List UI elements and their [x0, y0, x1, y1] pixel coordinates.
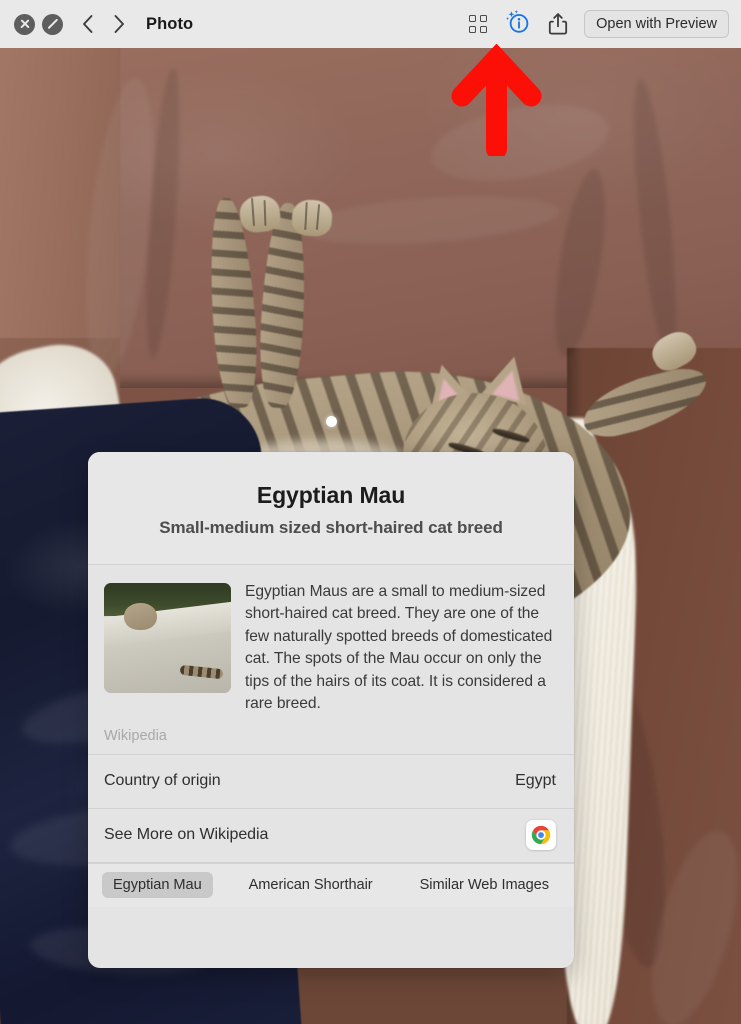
quicklook-window: Photo Open with Preview Egyptian Mau Sma… — [0, 0, 741, 1024]
row-label: See More on Wikipedia — [104, 826, 269, 844]
window-toolbar: Photo Open with Preview — [0, 0, 741, 48]
back-button[interactable] — [72, 9, 102, 39]
info-row-see-more-on-wikipedia[interactable]: See More on Wikipedia — [88, 809, 574, 863]
description-section: Egyptian Maus are a small to medium-size… — [88, 565, 574, 755]
window-title: Photo — [146, 14, 194, 33]
share-button[interactable] — [538, 7, 578, 41]
tab-similar-web-images[interactable]: Similar Web Images — [409, 872, 560, 898]
popup-subtitle: Small-medium sized short-haired cat bree… — [159, 518, 503, 537]
no-entry-circle-icon[interactable] — [42, 13, 63, 35]
grid-view-button[interactable] — [458, 7, 498, 41]
red-up-arrow — [451, 44, 542, 156]
grid-view-icon — [469, 15, 487, 33]
visual-lookup-dot[interactable] — [326, 416, 337, 427]
share-icon — [548, 12, 568, 36]
egyptian-mau-thumbnail[interactable] — [104, 583, 231, 693]
visual-lookup-popup: Egyptian Mau Small-medium sized short-ha… — [88, 452, 574, 968]
close-circle-icon[interactable] — [14, 13, 35, 35]
popup-body: Egyptian Maus are a small to medium-size… — [88, 565, 574, 863]
row-label: Country of origin — [104, 772, 221, 790]
chrome-icon[interactable] — [526, 820, 556, 851]
description-source: Wikipedia — [104, 727, 167, 744]
tab-egyptian-mau[interactable]: Egyptian Mau — [102, 872, 213, 899]
visual-lookup-info-button[interactable] — [498, 7, 538, 41]
visual-lookup-info-icon — [505, 9, 531, 40]
open-with-preview-button[interactable]: Open with Preview — [584, 10, 729, 38]
forward-button[interactable] — [104, 9, 134, 39]
thumbnail-cat-head — [124, 602, 158, 631]
info-row-country-of-origin: Country of origin Egypt — [88, 755, 574, 809]
cat-paw-right — [290, 198, 334, 238]
popup-title: Egyptian Mau — [256, 482, 406, 508]
row-value: Egypt — [515, 772, 556, 790]
popup-tab-bar: Egyptian Mau American Shorthair Similar … — [88, 862, 574, 907]
tab-american-shorthair[interactable]: American Shorthair — [238, 872, 384, 898]
popup-header: Egyptian Mau Small-medium sized short-ha… — [88, 452, 574, 565]
